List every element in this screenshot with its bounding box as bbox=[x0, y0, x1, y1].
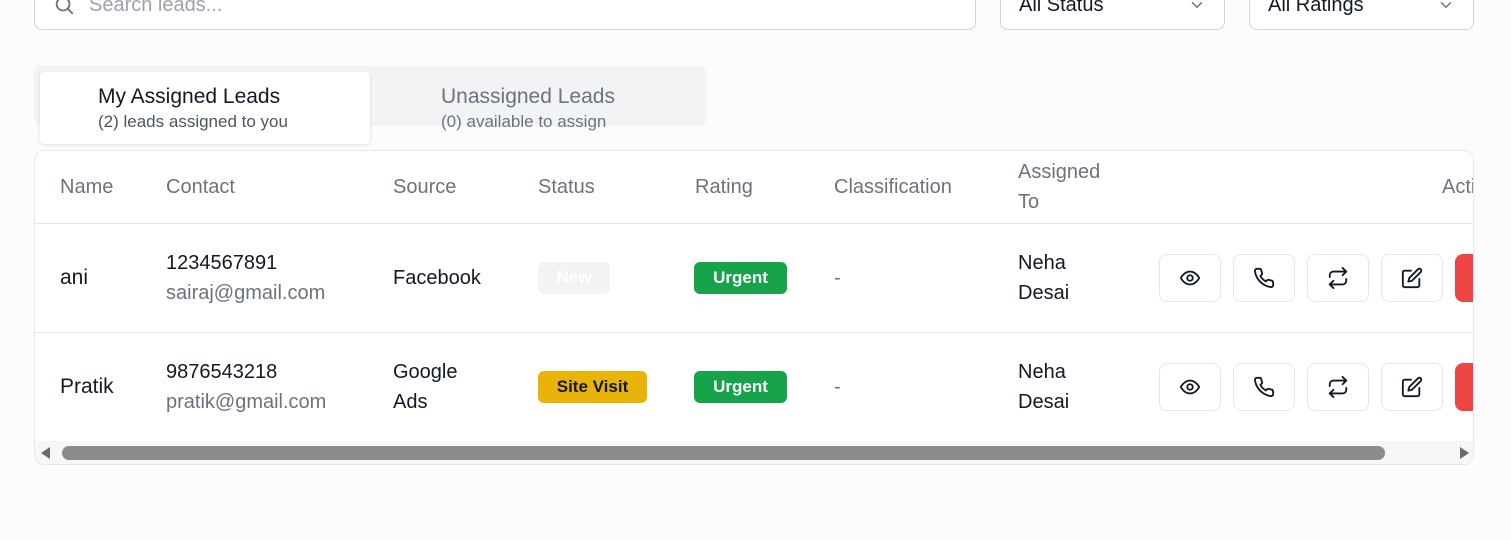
tab-subtitle: (0) available to assign bbox=[441, 112, 607, 131]
call-button[interactable] bbox=[1233, 254, 1295, 302]
tab-title: Unassigned Leads bbox=[441, 85, 615, 108]
eye-icon bbox=[1179, 270, 1201, 286]
lead-email: sairaj@gmail.com bbox=[166, 282, 326, 304]
scrollbar-thumb[interactable] bbox=[62, 446, 1385, 460]
rating-filter-value: All Ratings bbox=[1268, 0, 1364, 16]
assigned-last-name: Desai bbox=[1018, 391, 1070, 413]
tab-subtitle: (2) leads assigned to you bbox=[98, 112, 288, 131]
chevron-down-icon bbox=[1440, 2, 1452, 8]
edit-button[interactable] bbox=[1381, 254, 1443, 302]
status-badge: Site Visit bbox=[538, 371, 647, 403]
phone-icon bbox=[1254, 267, 1275, 288]
lead-name: ani bbox=[60, 266, 89, 289]
lead-classification: - bbox=[834, 267, 841, 289]
header-source: Source bbox=[393, 176, 457, 198]
header-assigned-to: Assigned To bbox=[1018, 157, 1100, 217]
lead-name: Pratik bbox=[60, 375, 114, 398]
eye-icon bbox=[1179, 379, 1201, 395]
lead-tabs: My Assigned Leads (2) leads assigned to … bbox=[34, 66, 706, 144]
edit-icon bbox=[1401, 376, 1423, 398]
assigned-first-name: Neha bbox=[1018, 361, 1066, 383]
assigned-first-name: Neha bbox=[1018, 252, 1066, 274]
chevron-down-icon bbox=[1191, 2, 1203, 8]
status-filter-select[interactable]: All Status bbox=[1000, 0, 1225, 30]
rating-filter-select[interactable]: All Ratings bbox=[1249, 0, 1474, 30]
header-contact: Contact bbox=[166, 176, 235, 198]
lead-source-line1: Google bbox=[393, 361, 458, 383]
header-assigned-line1: Assigned bbox=[1018, 161, 1101, 183]
edit-button[interactable] bbox=[1381, 363, 1443, 411]
delete-button[interactable] bbox=[1455, 363, 1473, 411]
lead-phone: 9876543218 bbox=[166, 361, 278, 383]
delete-button[interactable] bbox=[1455, 254, 1473, 302]
edit-icon bbox=[1401, 267, 1423, 289]
call-button[interactable] bbox=[1233, 363, 1295, 411]
table-header: Name Contact Source Status Rating Classi… bbox=[35, 151, 1473, 224]
lead-source: Facebook bbox=[393, 267, 481, 289]
header-actions: Actions bbox=[1442, 176, 1473, 198]
header-rating: Rating bbox=[695, 176, 753, 198]
lead-classification: - bbox=[834, 376, 841, 398]
view-button[interactable] bbox=[1159, 363, 1221, 411]
lead-source-line2: Ads bbox=[393, 391, 428, 413]
lead-email: pratik@gmail.com bbox=[166, 391, 327, 413]
rating-badge: Urgent bbox=[694, 371, 787, 403]
tab-title: My Assigned Leads bbox=[98, 85, 281, 108]
header-name: Name bbox=[60, 176, 114, 198]
table-row: ani 1234567891 sairaj@gmail.com Facebook… bbox=[35, 224, 1473, 333]
leads-page: All Status All Ratings My Assigned Leads… bbox=[0, 0, 1511, 540]
status-filter-value: All Status bbox=[1019, 0, 1104, 16]
scroll-left-arrow[interactable] bbox=[41, 447, 50, 459]
lead-phone: 1234567891 bbox=[166, 252, 278, 274]
swap-icon bbox=[1328, 267, 1348, 289]
tab-my-assigned-leads[interactable]: My Assigned Leads (2) leads assigned to … bbox=[40, 72, 370, 144]
header-classification: Classification bbox=[834, 176, 952, 198]
reassign-button[interactable] bbox=[1307, 254, 1369, 302]
header-assigned-line2: To bbox=[1018, 191, 1040, 213]
horizontal-scrollbar[interactable] bbox=[35, 441, 1473, 464]
status-badge: New bbox=[538, 262, 610, 294]
swap-icon bbox=[1328, 376, 1348, 398]
search-input[interactable] bbox=[89, 0, 689, 17]
search-box[interactable] bbox=[34, 0, 976, 30]
view-button[interactable] bbox=[1159, 254, 1221, 302]
search-icon bbox=[55, 0, 74, 15]
leads-table: Name Contact Source Status Rating Classi… bbox=[34, 150, 1474, 465]
header-status: Status bbox=[538, 176, 595, 198]
assigned-last-name: Desai bbox=[1018, 282, 1070, 304]
phone-icon bbox=[1254, 376, 1275, 397]
tab-unassigned-leads[interactable]: Unassigned Leads (0) available to assign bbox=[384, 72, 704, 144]
reassign-button[interactable] bbox=[1307, 363, 1369, 411]
rating-badge: Urgent bbox=[694, 262, 787, 294]
scroll-right-arrow[interactable] bbox=[1460, 447, 1469, 459]
table-row: Pratik 9876543218 pratik@gmail.com Googl… bbox=[35, 333, 1473, 442]
